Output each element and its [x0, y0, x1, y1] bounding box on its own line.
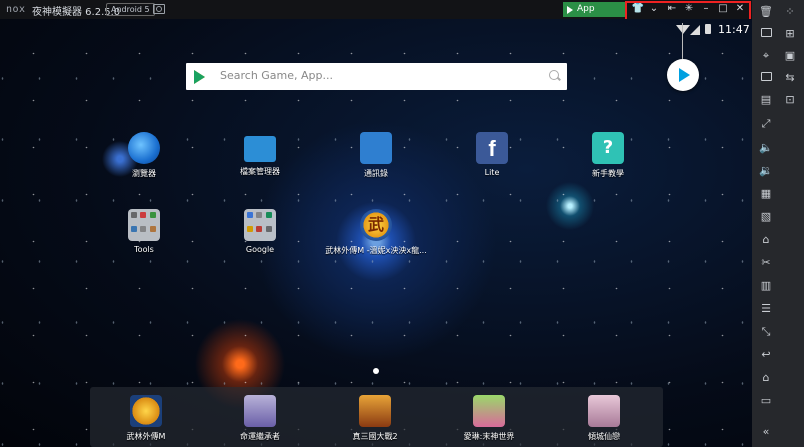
location-icon[interactable]: ⌖	[756, 48, 776, 64]
tutorial-icon: ?	[592, 132, 624, 164]
google-folder-icon	[244, 209, 276, 241]
dock-app-4[interactable]: 愛琳:末神世界	[433, 395, 545, 442]
status-clock: 11:47	[718, 23, 750, 36]
back-icon[interactable]: ↩	[756, 347, 776, 363]
fairy-love-icon	[588, 395, 620, 427]
toolbox-icon[interactable]: ▦	[756, 186, 776, 202]
dock-app-1[interactable]: 武林外傳M	[90, 395, 202, 442]
controls-icon[interactable]: ⇆	[780, 70, 800, 86]
screen-icon[interactable]	[756, 70, 776, 86]
apk-icon[interactable]: ▧	[756, 209, 776, 225]
browser-icon	[128, 132, 160, 164]
nox-logo: nox	[6, 4, 26, 15]
search-bar[interactable]: Search Game, App...	[186, 63, 567, 90]
wulin-dock-icon	[130, 395, 162, 427]
app-facebook-lite[interactable]: f Lite	[447, 132, 537, 177]
tools-folder-icon	[128, 209, 160, 241]
app-browser[interactable]: 瀏覽器	[99, 132, 189, 179]
dock: 武林外傳M 命運繼承者 真三國大戰2 愛琳:末神世界 傾城仙戀	[90, 387, 663, 447]
app-center-button[interactable]: App Center	[563, 2, 625, 29]
macro-icon[interactable]: ⊡	[780, 92, 800, 108]
three-kingdoms-icon	[359, 395, 391, 427]
play-store-fab[interactable]	[667, 59, 699, 91]
wulin-game-icon: 武	[360, 209, 392, 241]
trash-icon[interactable]: 🗑	[756, 4, 776, 20]
title-bar: nox 夜神模擬器 6.2.5.0 Android 5 App Center 👕…	[0, 0, 804, 29]
dock-app-2[interactable]: 命運繼承者	[204, 395, 316, 442]
app-folder-tools[interactable]: Tools	[99, 209, 189, 254]
volume-down-icon[interactable]: 🔉	[756, 163, 776, 179]
app-folder-google[interactable]: Google	[215, 209, 305, 254]
search-icon[interactable]	[549, 70, 559, 80]
contacts-icon	[360, 132, 392, 164]
record-icon[interactable]: ▤	[756, 92, 776, 108]
dock-app-5[interactable]: 傾城仙戀	[548, 395, 660, 442]
menu-icon[interactable]: ☰	[756, 301, 776, 317]
app-tutorial[interactable]: ? 新手教學	[563, 132, 653, 179]
gamepad-icon[interactable]: ⊞	[780, 26, 800, 42]
keyboard-icon[interactable]	[756, 26, 776, 42]
fullscreen-icon[interactable]: ⤢	[756, 116, 776, 132]
folder-icon	[244, 136, 276, 162]
fab-connector	[682, 23, 683, 59]
collapse-icon[interactable]: «	[756, 424, 776, 440]
android-screen[interactable]: 11:47 Search Game, App... 瀏覽器 檔案管理器 通訊錄 …	[0, 19, 752, 447]
screenshot-icon[interactable]	[153, 4, 165, 14]
dock-app-3[interactable]: 真三國大戰2	[319, 395, 431, 442]
scissors-icon[interactable]: ✂	[756, 255, 776, 271]
home-icon[interactable]: ⌂	[756, 370, 776, 386]
expand-icon[interactable]: ⁘	[780, 4, 800, 20]
destiny-heir-icon	[244, 395, 276, 427]
android-version-badge: Android 5	[106, 3, 155, 16]
page-indicator	[373, 368, 379, 374]
irene-world-icon	[473, 395, 505, 427]
import-icon[interactable]: ⌂	[756, 232, 776, 248]
cell-signal-icon	[690, 25, 700, 35]
wifi-icon	[676, 25, 690, 34]
shake-icon[interactable]: ▣	[780, 48, 800, 64]
recents-icon[interactable]: ▭	[756, 393, 776, 409]
app-contacts[interactable]: 通訊錄	[331, 132, 421, 179]
emulator-sidebar: 🗑 ⁘ ⊞ ⌖ ▣ ⇆ ▤ ⊡ ⤢ 🔈 🔉 ▦ ▧ ⌂ ✂ ▥ ☰ ⤡ ↩ ⌂ …	[752, 0, 804, 447]
facebook-icon: f	[476, 132, 508, 164]
app-file-manager[interactable]: 檔案管理器	[215, 132, 305, 177]
play-store-icon	[194, 70, 205, 84]
search-input[interactable]: Search Game, App...	[220, 69, 333, 82]
app-wulin-m[interactable]: 武 武林外傳M -溫妮x泱泱x龍...	[321, 209, 431, 256]
resize-icon[interactable]: ⤡	[756, 324, 776, 340]
multi-instance-icon[interactable]: ▥	[756, 278, 776, 294]
volume-up-icon[interactable]: 🔈	[756, 140, 776, 156]
battery-icon	[705, 24, 711, 34]
